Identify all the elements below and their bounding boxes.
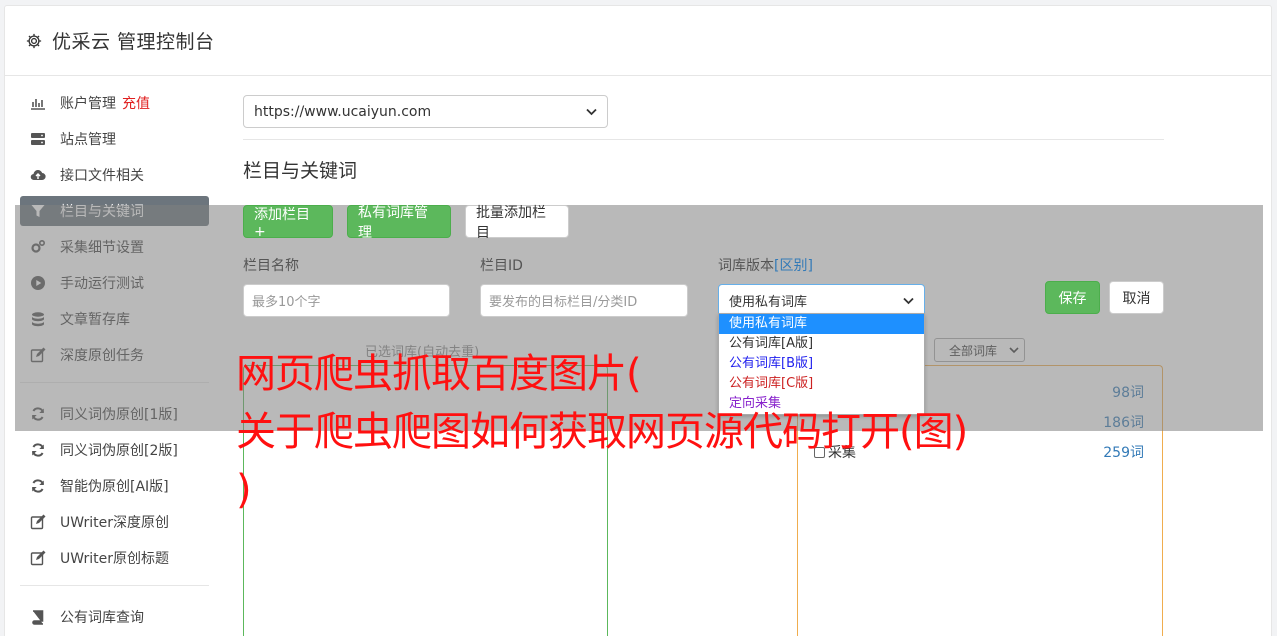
- refresh-icon: [30, 442, 46, 458]
- sidebar-item-columns[interactable]: 栏目与关键词: [20, 196, 209, 226]
- sidebar-item-label: 账户管理: [60, 96, 116, 112]
- divider: [243, 139, 1164, 140]
- sidebar-item-synonym-v2[interactable]: 同义词伪原创[2版]: [20, 435, 209, 465]
- toolbar: 添加栏目 + 私有词库管理 批量添加栏目: [243, 205, 569, 241]
- sidebar-item-collect-settings[interactable]: 采集细节设置: [20, 232, 209, 262]
- watermark-line: 关于爬虫爬图如何获取网页源代码打开(图): [236, 409, 968, 455]
- sidebar-item-label: UWriter原创标题: [60, 551, 169, 567]
- sidebar-item-label: 采集细节设置: [60, 240, 144, 256]
- lib-count: 186词: [1103, 415, 1144, 431]
- dropdown-option[interactable]: 使用私有词库: [719, 314, 924, 334]
- sidebar-item-label: 文章暂存库: [60, 312, 130, 328]
- sidebar-item-label: 智能伪原创[AI版]: [60, 479, 169, 495]
- sidebar-item-label: 同义词伪原创[2版]: [60, 443, 178, 459]
- database-icon: [30, 311, 46, 327]
- lib-version-label-row: 词库版本[区别]: [718, 255, 925, 275]
- lib-diff-link[interactable]: [区别]: [774, 258, 813, 274]
- column-name-label: 栏目名称: [243, 258, 299, 274]
- sidebar-item-interface[interactable]: 接口文件相关: [20, 160, 209, 190]
- sidebar: 账户管理 充值 站点管理 接口文件相关 栏目与关键词 采集细节设置 手动运行测试…: [20, 88, 209, 636]
- sidebar-item-article-store[interactable]: 文章暂存库: [20, 304, 209, 334]
- sidebar-item-label: 同义词伪原创[1版]: [60, 407, 178, 423]
- save-button[interactable]: 保存: [1045, 281, 1100, 314]
- refresh-icon: [30, 406, 46, 422]
- bar-chart-icon: [30, 95, 46, 111]
- sidebar-item-label: 栏目与关键词: [60, 204, 144, 220]
- watermark-line: 网页爬虫抓取百度图片(: [236, 351, 642, 397]
- section-title: 栏目与关键词: [243, 160, 358, 182]
- site-select-value: https://www.ucaiyun.com: [254, 103, 432, 120]
- sidebar-item-label: 深度原创任务: [60, 348, 144, 364]
- add-column-button[interactable]: 添加栏目 +: [243, 205, 333, 240]
- sidebar-item-label: 公有词库查询: [60, 610, 144, 626]
- lib-count: 259词: [1103, 445, 1144, 461]
- lib-version-label: 词库版本: [718, 258, 774, 274]
- sidebar-item-label: 站点管理: [60, 132, 116, 148]
- edit-icon: [30, 514, 46, 530]
- server-icon: [30, 131, 46, 147]
- sidebar-item-uwriter-title[interactable]: UWriter原创标题: [20, 543, 209, 573]
- sidebar-item-deep-original[interactable]: 深度原创任务: [20, 340, 209, 370]
- lib-count: 98词: [1112, 385, 1144, 401]
- chevron-down-icon: [586, 108, 597, 115]
- filter-icon: [30, 203, 46, 219]
- watermark-line: ): [236, 467, 252, 513]
- column-name-field: 栏目名称 最多10个字: [243, 255, 450, 317]
- column-id-label: 栏目ID: [480, 258, 523, 274]
- sidebar-item-public-lib[interactable]: 公有词库查询: [20, 602, 209, 632]
- sidebar-divider: [20, 585, 209, 586]
- sidebar-item-account[interactable]: 账户管理 充值: [20, 88, 209, 118]
- private-lib-button[interactable]: 私有词库管理: [347, 205, 451, 241]
- sidebar-item-ai-original[interactable]: 智能伪原创[AI版]: [20, 471, 209, 501]
- chevron-down-icon: [903, 297, 914, 304]
- edit-icon: [30, 347, 46, 363]
- main-content: https://www.ucaiyun.com 栏目与关键词 添加栏目 + 私有…: [243, 95, 1164, 636]
- sidebar-item-sites[interactable]: 站点管理: [20, 124, 209, 154]
- lib-version-field: 词库版本[区别] 使用私有词库: [718, 255, 925, 317]
- cloud-upload-icon: [30, 167, 46, 183]
- batch-add-button[interactable]: 批量添加栏目: [465, 205, 569, 241]
- cancel-button[interactable]: 取消: [1109, 281, 1164, 314]
- sidebar-item-synonym-v1[interactable]: 同义词伪原创[1版]: [20, 399, 209, 429]
- sidebar-item-label: 手动运行测试: [60, 276, 144, 292]
- sidebar-divider: [20, 382, 209, 383]
- book-icon: [30, 609, 46, 625]
- recharge-link[interactable]: 充值: [122, 93, 150, 113]
- column-id-field: 栏目ID 要发布的目标栏目/分类ID: [480, 255, 688, 317]
- watermark-title: 网页爬虫抓取百度图片( 关于爬虫爬图如何获取网页源代码打开(图) ): [236, 345, 1066, 519]
- lib-version-value: 使用私有词库: [729, 295, 808, 310]
- sidebar-item-label: 接口文件相关: [60, 168, 144, 184]
- sidebar-item-uwriter-deep[interactable]: UWriter深度原创: [20, 507, 209, 537]
- gear-icon: [26, 33, 42, 48]
- column-id-input[interactable]: 要发布的目标栏目/分类ID: [480, 284, 688, 317]
- page-title: 优采云 管理控制台: [52, 31, 215, 53]
- play-circle-icon: [30, 275, 46, 291]
- site-select[interactable]: https://www.ucaiyun.com: [243, 95, 608, 128]
- sidebar-item-label: UWriter深度原创: [60, 515, 169, 531]
- edit-icon: [30, 550, 46, 566]
- column-name-input[interactable]: 最多10个字: [243, 284, 450, 317]
- sidebar-item-manual-run[interactable]: 手动运行测试: [20, 268, 209, 298]
- top-header: 优采云 管理控制台: [5, 6, 1271, 76]
- refresh-icon: [30, 478, 46, 494]
- cogs-icon: [30, 239, 46, 255]
